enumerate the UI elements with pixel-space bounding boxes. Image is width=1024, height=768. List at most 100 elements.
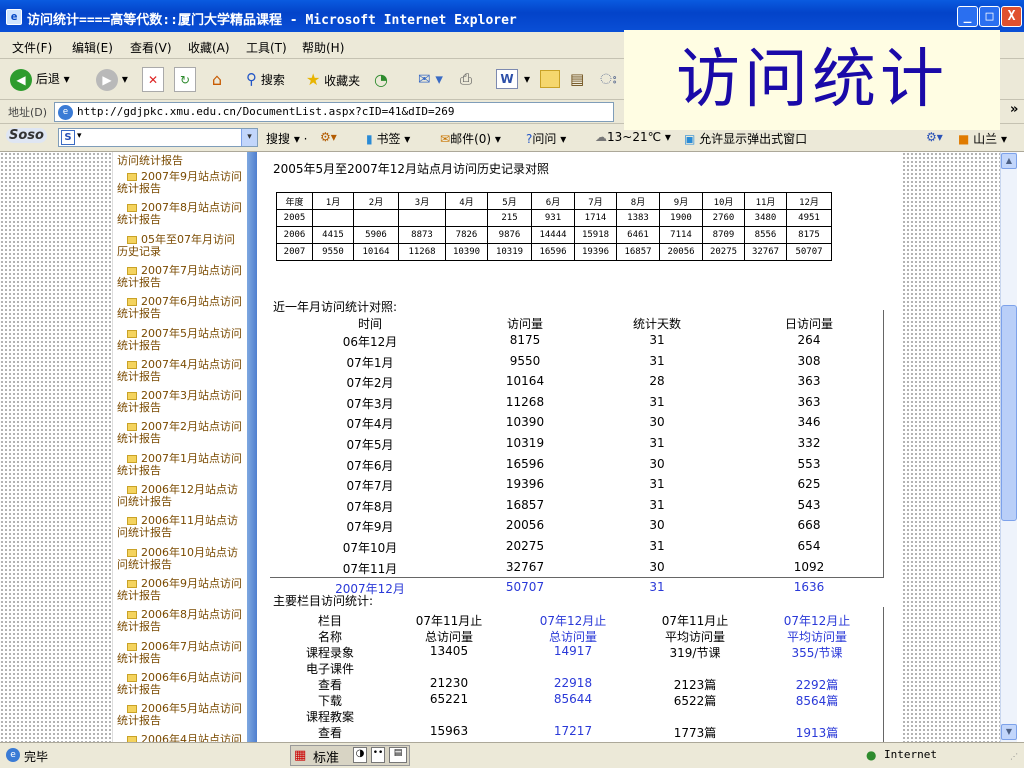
page-content: 访问统计报告 2007年9月站点访问统计报告 2007年8月站点访问统计报告 05年至… <box>0 152 1017 742</box>
table-cell: 9876 <box>487 226 532 244</box>
nav-item[interactable]: 2007年8月站点访问统计报告 <box>117 202 245 226</box>
table-row: 2005 215 931 1714 1383 1900 2760 3480 4951 <box>276 209 832 227</box>
table-cell <box>398 209 446 227</box>
soso-bookmarks-button[interactable]: ▮ 书签 ▾ <box>366 130 410 147</box>
ime-keyboard-icon[interactable]: ▤ <box>389 747 407 763</box>
nav-item[interactable]: 2006年6月站点访问统计报告 <box>117 671 245 696</box>
mail-icon[interactable]: ✉ ▾ <box>418 67 443 92</box>
nav-item[interactable]: 2006年4月站点访问 <box>117 734 245 742</box>
table-cell: 9550 <box>312 243 354 261</box>
messenger-icon[interactable]: ഃ <box>600 67 616 92</box>
nav-item[interactable]: 2006年7月站点访问统计报告 <box>117 640 245 665</box>
title-bar: e 访问统计====高等代数::厦门大学精品课程 - Microsoft Int… <box>0 0 1024 32</box>
ime-moon-icon[interactable]: ◑ <box>353 747 367 763</box>
folder-icon <box>127 486 137 494</box>
menu-view[interactable]: 查看(V) <box>130 39 172 56</box>
research-icon[interactable]: ▤ <box>570 67 584 92</box>
table-cell: 8709 <box>702 226 745 244</box>
table-cell: 32767 <box>505 559 545 574</box>
nav-item[interactable]: 2007年5月站点访问统计报告 <box>117 327 245 352</box>
minimize-button[interactable]: _ <box>957 6 978 27</box>
nav-item[interactable]: 2006年8月站点访问统计报告 <box>117 609 245 633</box>
nav-item[interactable]: 2006年11月站点访问统计报告 <box>117 515 245 539</box>
menu-file[interactable]: 文件(F) <box>12 39 52 56</box>
scroll-thumb[interactable] <box>1001 305 1017 521</box>
table-cell: 1383 <box>616 209 660 227</box>
nav-item[interactable]: 2006年9月站点访问统计报告 <box>117 577 245 602</box>
history-icon[interactable]: ◔ <box>374 67 388 92</box>
stop-icon[interactable]: ✕ <box>142 67 164 92</box>
links-chevron[interactable]: » <box>1010 102 1018 117</box>
folder-icon <box>127 611 137 620</box>
table-cell: 16596 <box>505 456 545 471</box>
table-cell: 查看 <box>317 678 342 692</box>
soso-input-dropdown-icon[interactable]: ▾ <box>241 129 257 146</box>
table-cell: 543 <box>797 497 821 512</box>
resize-grip-icon[interactable]: ⋰ <box>1010 752 1018 761</box>
ime-punct-icon[interactable]: •• <box>371 747 385 763</box>
nav-item[interactable]: 05年至07年月访问历史记录 <box>117 233 245 258</box>
scroll-down-icon[interactable]: ▼ <box>1001 724 1017 740</box>
nav-item[interactable]: 2006年5月站点访问统计报告 <box>117 703 245 727</box>
table-cell: 2292篇 <box>795 678 839 692</box>
nav-item[interactable]: 2006年10月站点访问统计报告 <box>117 546 245 571</box>
table-cell: 308 <box>797 353 821 368</box>
menu-tools[interactable]: 工具(T) <box>246 39 287 56</box>
nav-item[interactable]: 2007年1月站点访问统计报告 <box>117 452 245 477</box>
nav-item[interactable]: 2007年4月站点访问统计报告 <box>117 358 245 383</box>
address-input[interactable]: e http://gdjpkc.xmu.edu.cn/DocumentList.… <box>54 102 614 122</box>
maximize-button[interactable]: □ <box>979 6 1000 27</box>
word-dropdown-icon[interactable]: ▾ <box>524 67 530 92</box>
status-bar: e 完毕 ▦ 标准 ◑ •• ▤ ● Internet ⋰ <box>0 742 1024 768</box>
folder-icon[interactable] <box>540 70 560 88</box>
favorites-button[interactable]: ★ 收藏夹 <box>306 67 360 92</box>
menu-help[interactable]: 帮助(H) <box>302 39 344 56</box>
soso-logo[interactable]: Soso <box>6 128 47 143</box>
table-cell: 11268 <box>398 243 446 261</box>
table-cell: 20275 <box>702 243 745 261</box>
soso-ask-button[interactable]: ?问问 ▾ <box>526 130 566 147</box>
soso-search-button[interactable]: 搜搜 ▾ · <box>266 130 307 147</box>
close-button[interactable]: X <box>1001 6 1022 27</box>
soso-weather-label: 13~21℃ <box>607 130 662 144</box>
back-button[interactable]: ◀ 后退 ▾ <box>10 67 70 92</box>
refresh-icon[interactable]: ↻ <box>174 67 196 92</box>
table-cell: 12月 <box>786 192 832 210</box>
menu-favorites[interactable]: 收藏(A) <box>188 39 230 56</box>
table-cell: 21230 <box>429 676 469 690</box>
nav-item[interactable]: 2007年6月站点访问统计报告 <box>117 296 245 320</box>
table-cell: 19396 <box>574 243 617 261</box>
soso-settings-icon[interactable]: ⚙▾ <box>926 130 943 144</box>
home-icon[interactable]: ⌂ <box>206 67 228 92</box>
nav-item[interactable]: 访问统计报告 <box>117 155 245 167</box>
table-cell: 8175 <box>786 226 832 244</box>
table-cell: 7月 <box>574 192 617 210</box>
nav-item[interactable]: 2007年9月站点访问统计报告 <box>117 171 245 195</box>
soso-bookmarks-label: 书签 <box>376 132 401 146</box>
left-dot-pattern <box>0 152 112 742</box>
soso-weather[interactable]: ☁13~21℃ ▾ <box>595 130 671 144</box>
table-cell: 07年3月 <box>346 396 394 411</box>
ime-bar[interactable]: ▦ 标准 ◑ •• ▤ <box>290 745 410 766</box>
nav-divider <box>247 152 257 742</box>
nav-item[interactable]: 2007年2月站点访问统计报告 <box>117 421 245 445</box>
search-button[interactable]: ⚲ 搜索 <box>246 67 285 92</box>
soso-search-input[interactable]: S ▾ ▾ <box>58 128 258 147</box>
soso-box-dropdown[interactable]: ▾ <box>77 131 82 141</box>
word-icon[interactable]: W <box>496 69 518 89</box>
menu-edit[interactable]: 编辑(E) <box>72 39 113 56</box>
soso-mail-button[interactable]: ✉邮件(0) ▾ <box>440 130 501 147</box>
table-cell: 07年8月 <box>346 499 394 514</box>
scroll-up-icon[interactable]: ▲ <box>1001 153 1017 169</box>
user-icon: ■ <box>958 132 970 146</box>
print-icon[interactable]: ⎙ <box>460 67 472 92</box>
nav-item[interactable]: 2007年3月站点访问统计报告 <box>117 390 245 414</box>
nav-item[interactable]: 2007年7月站点访问统计报告 <box>117 264 245 289</box>
forward-button[interactable]: ▶ ▾ <box>96 67 128 92</box>
soso-tools-icon[interactable]: ⚙▾ <box>320 130 337 144</box>
table-cell: 346 <box>797 415 821 430</box>
popup-allow-button[interactable]: ▣ 允许显示弹出式窗口 <box>684 130 807 147</box>
nav-item[interactable]: 2006年12月站点访问统计报告 <box>117 484 245 508</box>
nav-item-label: 访问统计报告 <box>117 154 183 167</box>
soso-user-button[interactable]: ■ 山兰 ▾ <box>958 130 1007 147</box>
